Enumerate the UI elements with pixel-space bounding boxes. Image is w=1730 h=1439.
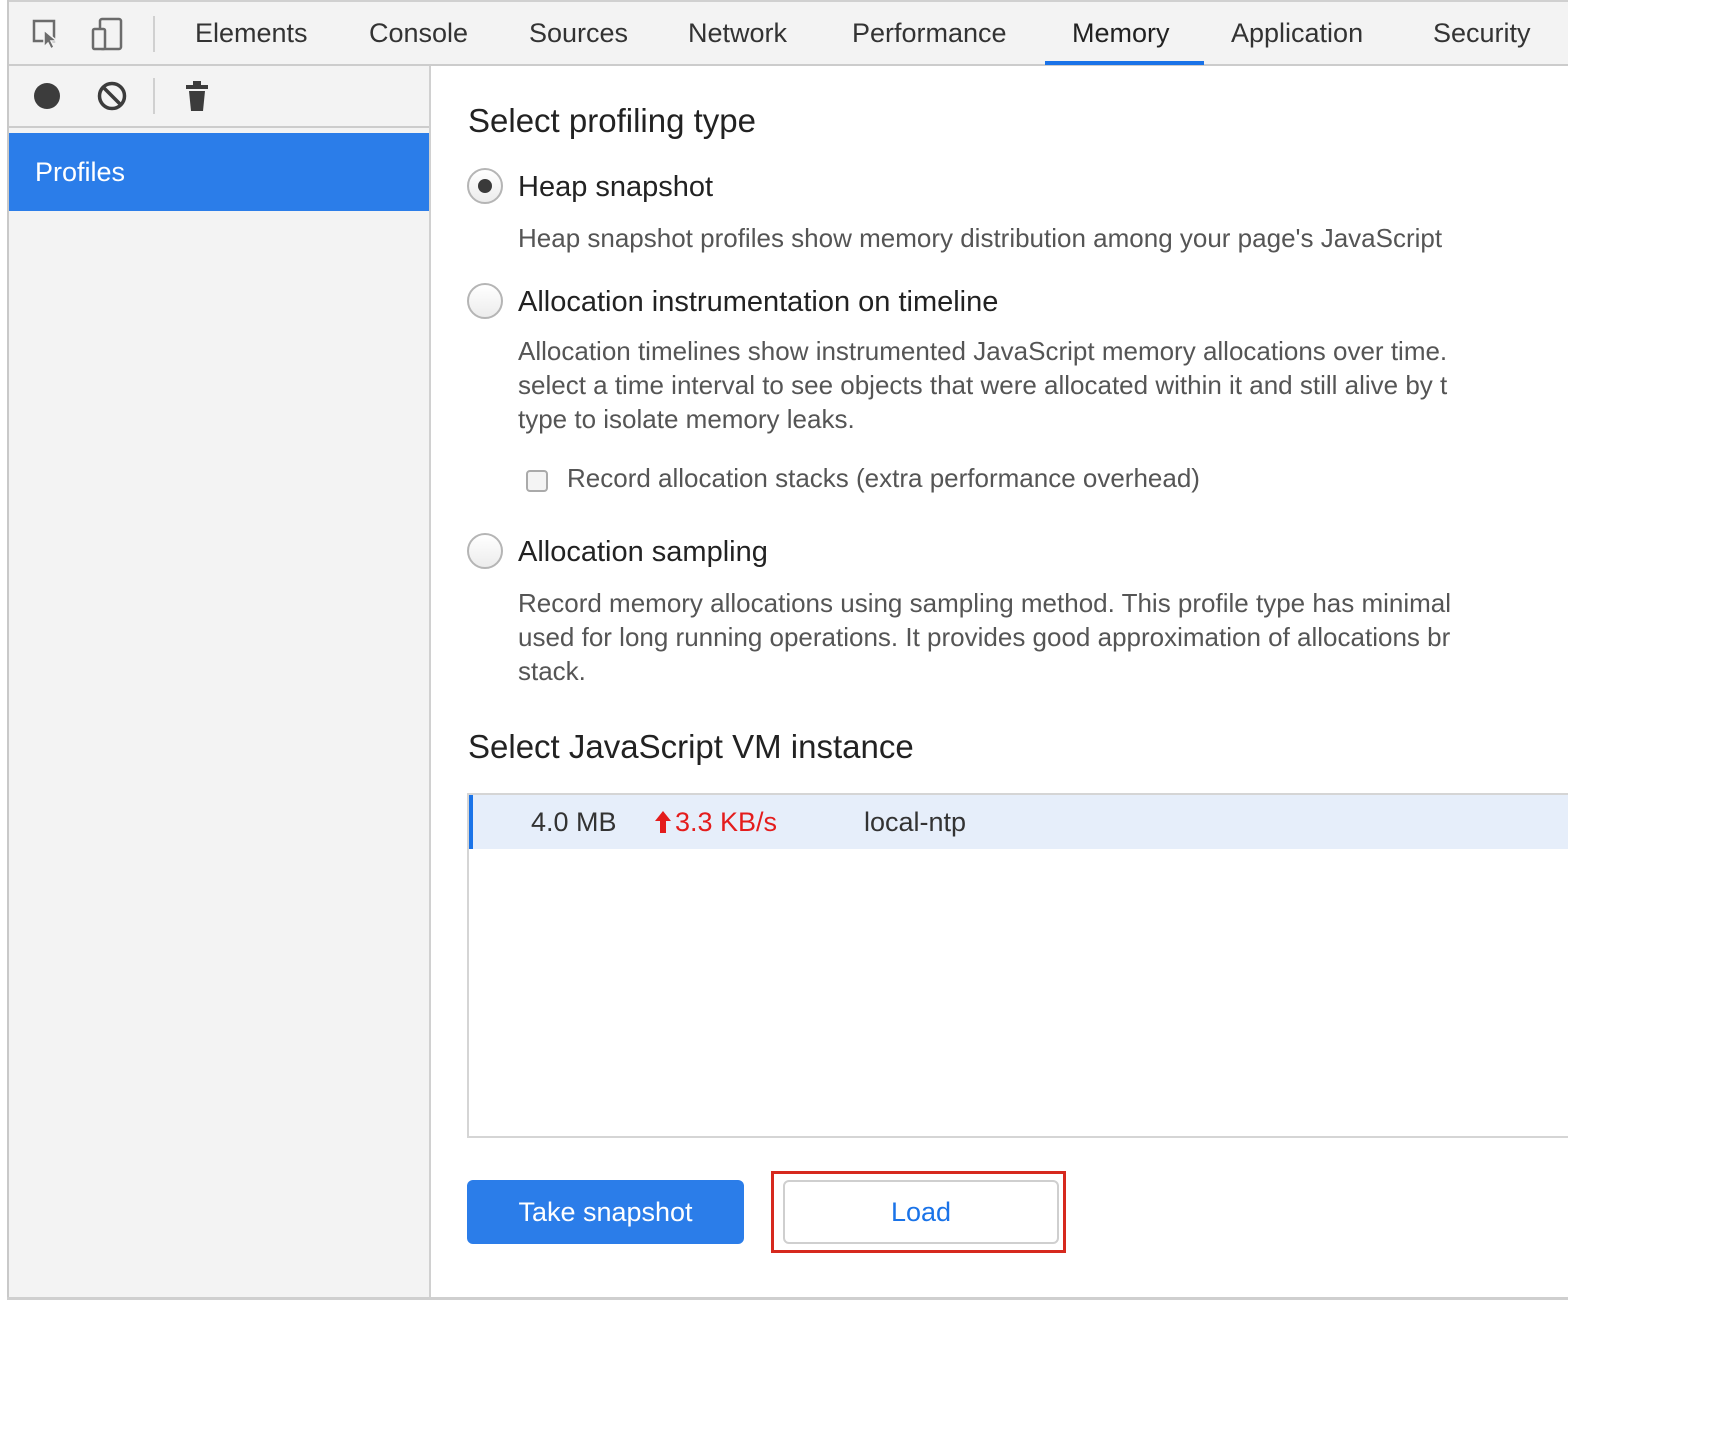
record-icon[interactable] [29, 78, 65, 114]
device-toolbar-icon[interactable] [89, 16, 125, 52]
tab-sources[interactable]: Sources [529, 2, 628, 64]
arrow-up-icon [655, 811, 671, 833]
sidebar-item-profiles[interactable]: Profiles [9, 133, 429, 211]
take-snapshot-button[interactable]: Take snapshot [467, 1180, 744, 1244]
clear-icon[interactable] [94, 78, 130, 114]
tab-memory[interactable]: Memory [1072, 2, 1170, 64]
devtools-tab-bar: Elements Console Sources Network Perform… [9, 2, 1568, 66]
vm-instance-title: Select JavaScript VM instance [468, 728, 914, 765]
devtools-window: Elements Console Sources Network Perform… [0, 0, 1568, 1304]
tab-network[interactable]: Network [688, 2, 787, 64]
heap-snapshot-radio[interactable] [467, 168, 503, 204]
profiling-type-title: Select profiling type [468, 102, 756, 139]
tab-performance[interactable]: Performance [852, 2, 1007, 64]
allocation-sampling-radio[interactable] [467, 533, 503, 569]
vm-instance-row[interactable]: 4.0 MB 3.3 KB/s local-ntp [469, 795, 1568, 849]
memory-panel: Select profiling type Heap snapshot Heap… [431, 66, 1568, 1297]
sidebar-toolbar-divider [153, 78, 155, 114]
tab-security[interactable]: Security [1433, 2, 1531, 64]
allocation-timeline-label[interactable]: Allocation instrumentation on timeline [518, 286, 998, 319]
heap-snapshot-label[interactable]: Heap snapshot [518, 171, 713, 204]
sidebar-toolbar [9, 66, 429, 128]
allocation-timeline-radio[interactable] [467, 283, 503, 319]
description-line: Record memory allocations using sampling… [518, 588, 1452, 618]
vm-heap-rate: 3.3 KB/s [653, 795, 777, 849]
tab-console[interactable]: Console [369, 2, 468, 64]
profiles-sidebar: Profiles [9, 66, 431, 1297]
description-line: select a time interval to see objects th… [518, 370, 1448, 400]
vm-heap-rate-value: 3.3 KB/s [675, 807, 778, 837]
description-line: Allocation timelines show instrumented J… [518, 336, 1448, 366]
toolbar-divider [153, 16, 155, 52]
record-allocation-stacks-label[interactable]: Record allocation stacks (extra performa… [567, 463, 1200, 494]
trash-icon[interactable] [179, 78, 215, 114]
record-allocation-stacks-checkbox[interactable] [526, 470, 548, 492]
description-line: type to isolate memory leaks. [518, 404, 855, 434]
select-element-icon[interactable] [29, 16, 65, 52]
load-button[interactable]: Load [783, 1180, 1059, 1244]
description-line: used for long running operations. It pro… [518, 622, 1451, 652]
vm-instance-name: local-ntp [864, 807, 967, 837]
heap-snapshot-description: Heap snapshot profiles show memory distr… [518, 221, 1568, 255]
vm-instance-list: 4.0 MB 3.3 KB/s local-ntp [467, 793, 1568, 1138]
tab-application[interactable]: Application [1231, 2, 1363, 64]
vm-heap-size: 4.0 MB [531, 807, 617, 837]
description-line: Heap snapshot profiles show memory distr… [518, 223, 1443, 253]
allocation-sampling-description: Record memory allocations using sampling… [518, 586, 1568, 688]
allocation-timeline-description: Allocation timelines show instrumented J… [518, 334, 1568, 436]
tab-elements[interactable]: Elements [195, 2, 308, 64]
description-line: stack. [518, 656, 586, 686]
frame-bottom-border [7, 1297, 1568, 1300]
allocation-sampling-label[interactable]: Allocation sampling [518, 536, 768, 569]
active-tab-indicator [1045, 61, 1204, 65]
